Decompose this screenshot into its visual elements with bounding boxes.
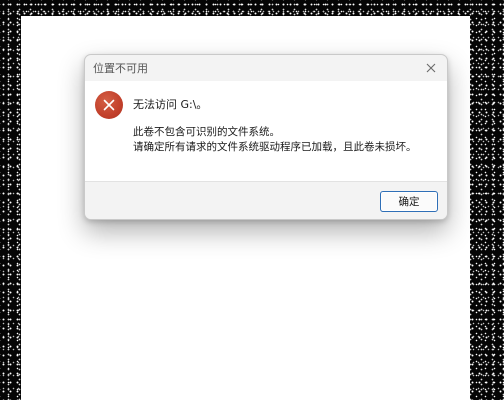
location-unavailable-dialog: 位置不可用 无法访问 G:\。 此卷不包含可识别的文件系统。 请确定所有请求的文… bbox=[84, 54, 448, 220]
dialog-title: 位置不可用 bbox=[93, 62, 148, 75]
error-details: 此卷不包含可识别的文件系统。 请确定所有请求的文件系统驱动程序已加载，且此卷未损… bbox=[133, 125, 417, 155]
ok-button[interactable]: 确定 bbox=[380, 191, 438, 212]
detail-line: 请确定所有请求的文件系统驱动程序已加载，且此卷未损坏。 bbox=[133, 141, 417, 153]
dialog-footer: 确定 bbox=[85, 181, 447, 219]
error-x-icon bbox=[95, 91, 123, 119]
error-message: 无法访问 G:\。 bbox=[133, 98, 208, 111]
close-button[interactable] bbox=[418, 57, 444, 79]
detail-line: 此卷不包含可识别的文件系统。 bbox=[133, 126, 280, 138]
dialog-content: 无法访问 G:\。 此卷不包含可识别的文件系统。 请确定所有请求的文件系统驱动程… bbox=[85, 81, 447, 181]
close-icon bbox=[426, 63, 436, 73]
dialog-titlebar: 位置不可用 bbox=[85, 55, 447, 81]
